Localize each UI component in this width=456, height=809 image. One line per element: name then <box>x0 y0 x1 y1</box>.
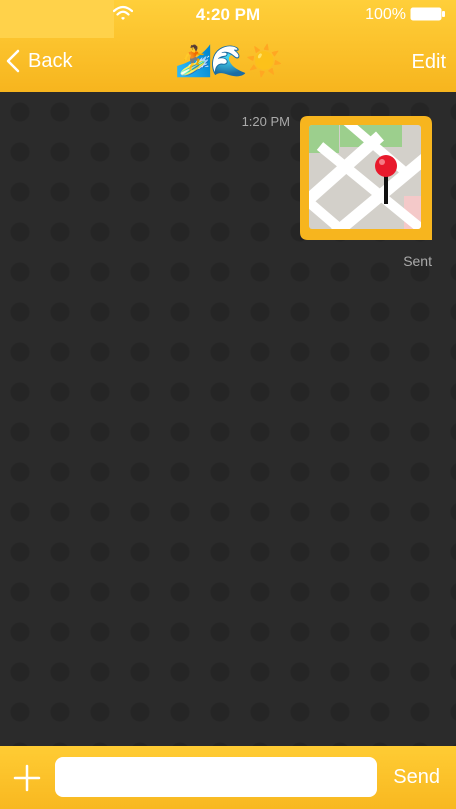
message-input[interactable] <box>55 757 377 797</box>
battery-percent: 100% <box>365 6 406 23</box>
map-thumbnail <box>309 125 421 229</box>
conversation-title: 🏄🌊☀️ <box>174 45 283 78</box>
header: 4:20 PM 100% Back 🏄🌊☀️ Edit <box>0 0 456 92</box>
edit-button[interactable]: Edit <box>412 51 446 74</box>
battery-icon <box>410 7 445 21</box>
chat-area[interactable]: 1:20 PM Sent <box>0 92 456 746</box>
send-button[interactable]: Send <box>393 766 440 789</box>
nav-bar: Back 🏄🌊☀️ Edit <box>0 38 456 92</box>
message-status: Sent <box>403 253 432 269</box>
input-bar: Send <box>0 746 456 809</box>
message-time: 1:20 PM <box>241 114 290 129</box>
plus-icon[interactable] <box>12 763 42 793</box>
status-bar: 4:20 PM 100% <box>0 0 456 38</box>
location-message-bubble[interactable] <box>300 116 432 248</box>
